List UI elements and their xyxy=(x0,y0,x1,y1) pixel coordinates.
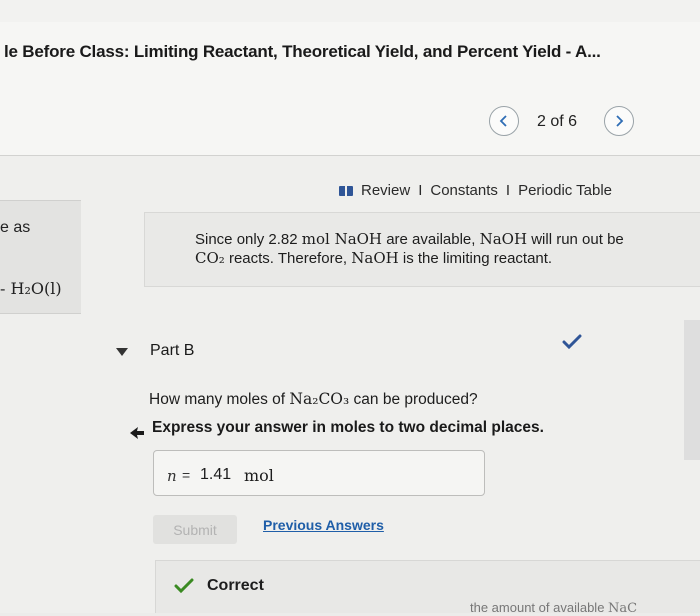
answer-math: mol NaOH xyxy=(301,230,383,248)
separator: I xyxy=(505,182,511,199)
constants-link[interactable]: Constants xyxy=(430,182,498,199)
answer-value[interactable]: 1.41 xyxy=(200,466,231,484)
previous-answers-link[interactable]: Previous Answers xyxy=(263,517,384,533)
separator: I xyxy=(418,182,423,199)
correct-label: Correct xyxy=(207,577,264,594)
equation-fragment: - H₂O(l) xyxy=(0,279,62,298)
answer-text-segment: reacts. Therefore, xyxy=(224,250,352,267)
equals-sign: = xyxy=(182,467,191,483)
prev-item-button[interactable] xyxy=(489,106,519,136)
intro-text-fragment: e as xyxy=(0,219,31,236)
previous-part-answer-text: Since only 2.82 mol NaOH are available, … xyxy=(195,230,695,268)
checkmark-icon xyxy=(562,334,582,350)
scrollbar[interactable] xyxy=(684,320,700,460)
pointer-icon xyxy=(130,427,144,439)
question-text: How many moles of Na₂CO₃ can be produced… xyxy=(149,390,478,409)
answer-unit: mol xyxy=(244,466,274,485)
page-counter: 2 of 6 xyxy=(537,113,578,130)
chevron-right-icon xyxy=(616,115,624,127)
answer-text-segment: is the limiting reactant. xyxy=(398,250,553,267)
collapse-caret-icon[interactable] xyxy=(116,348,128,356)
part-label[interactable]: Part B xyxy=(150,342,194,360)
answer-line-2: CO₂ reacts. Therefore, NaOH is the limit… xyxy=(195,249,695,268)
feedback-cutoff-text: the amount of available NaC xyxy=(470,600,637,616)
submit-button[interactable]: Submit xyxy=(153,515,237,544)
instruction-text: Express your answer in moles to two deci… xyxy=(152,419,544,436)
review-links-bar: Review I Constants I Periodic Table xyxy=(339,182,612,199)
formula: Na₂CO₃ xyxy=(289,390,350,408)
question-segment: How many moles of xyxy=(149,391,290,408)
answer-text-segment: Since only 2.82 xyxy=(195,231,302,248)
correct-check-icon xyxy=(174,578,194,594)
review-link[interactable]: Review xyxy=(361,182,410,199)
answer-text-segment: will run out be xyxy=(527,231,624,248)
variable-label: n xyxy=(167,467,177,485)
feedback-formula: NaC xyxy=(608,601,638,616)
answer-text-segment: are available, xyxy=(382,231,480,248)
assignment-title: le Before Class: Limiting Reactant, Theo… xyxy=(4,42,601,61)
answer-math: CO₂ xyxy=(195,249,225,267)
answer-math: NaOH xyxy=(351,249,399,267)
top-strip xyxy=(0,0,700,23)
next-item-button[interactable] xyxy=(604,106,634,136)
answer-math: NaOH xyxy=(479,230,528,248)
answer-line-1: Since only 2.82 mol NaOH are available, … xyxy=(195,230,695,249)
book-icon xyxy=(339,185,353,196)
chevron-left-icon xyxy=(499,115,507,127)
question-segment: can be produced? xyxy=(349,391,478,408)
periodic-table-link[interactable]: Periodic Table xyxy=(518,182,612,199)
